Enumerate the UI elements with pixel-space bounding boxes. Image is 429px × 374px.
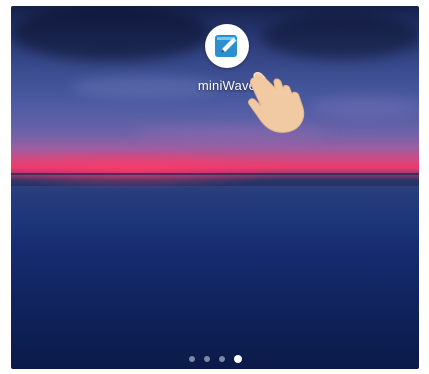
wallpaper-sea [11,186,419,246]
tap-hand-icon [248,72,305,133]
wallpaper-horizon [11,173,419,175]
wallpaper-cloud [11,6,211,61]
page-dot[interactable] [188,356,195,362]
page-dot[interactable] [218,356,225,362]
home-screen: miniWave [11,6,419,369]
wallpaper-cloud [261,14,419,59]
page-dot[interactable] [203,356,210,362]
pencil-note-icon [215,35,237,57]
app-icon[interactable] [205,24,249,68]
page-indicator[interactable] [11,355,419,363]
wallpaper-cloud [311,96,419,116]
page-dot-active[interactable] [233,355,242,363]
